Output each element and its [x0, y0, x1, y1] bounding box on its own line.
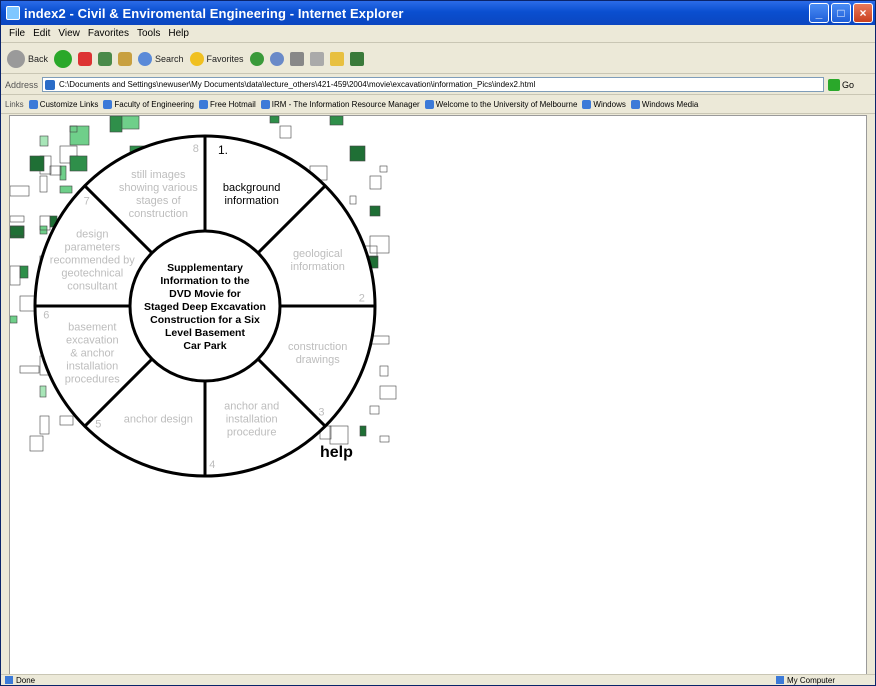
menu-favorites[interactable]: Favorites [88, 28, 129, 39]
vertical-scrollbar[interactable] [867, 115, 873, 675]
search-button[interactable]: Search [138, 51, 184, 66]
go-icon [828, 78, 841, 91]
star-icon [189, 51, 204, 66]
close-button[interactable]: × [853, 3, 873, 23]
link-hotmail[interactable]: Free Hotmail [199, 100, 256, 109]
link-faculty[interactable]: Faculty of Engineering [103, 100, 194, 109]
home-button[interactable] [118, 51, 133, 66]
svg-text:basementexcavation& anchorinst: basement excavation & anchor installation pr… [65, 322, 121, 386]
edit-icon [309, 51, 324, 66]
stop-icon [78, 51, 93, 66]
address-bar: Address C:\Documents and Settings\newuse… [1, 75, 875, 95]
ie-icon [6, 6, 20, 20]
segment-number: 4 [209, 459, 215, 471]
link-customize[interactable]: Customize Links [29, 100, 99, 109]
svg-text:anchor design: anchor design [124, 414, 193, 426]
folder-button[interactable] [329, 51, 344, 66]
back-icon [7, 49, 25, 68]
svg-text:constructiondrawings: construction drawings [288, 341, 347, 366]
back-button[interactable]: Back [7, 49, 48, 68]
folder-icon [329, 51, 344, 66]
minimize-button[interactable]: _ [809, 3, 829, 23]
go-button[interactable]: Go [828, 78, 854, 91]
toolbar: Back Search Favorites [1, 44, 875, 74]
segment-number: 1. [218, 143, 228, 157]
media-button[interactable] [249, 51, 264, 66]
edit-button[interactable] [309, 51, 324, 66]
messenger-button[interactable] [349, 51, 364, 66]
segment-number: 3 [318, 407, 324, 419]
forward-icon [54, 49, 73, 68]
help-link[interactable]: help [320, 444, 353, 462]
status-text: Done [5, 676, 35, 685]
status-zone: My Computer [776, 676, 835, 685]
media-icon [249, 51, 264, 66]
links-label: Links [5, 100, 24, 109]
menu-view[interactable]: View [58, 28, 80, 39]
address-input[interactable]: C:\Documents and Settings\newuser\My Doc… [42, 77, 825, 92]
menu-edit[interactable]: Edit [33, 28, 50, 39]
segment-number: 5 [95, 418, 101, 430]
menu-bar: File Edit View Favorites Tools Help [1, 25, 875, 43]
home-icon [118, 51, 133, 66]
menu-file[interactable]: File [9, 28, 25, 39]
svg-text:anchor andinstallationprocedur: anchor and installation procedure [224, 401, 279, 439]
segment-number: 6 [43, 309, 49, 321]
window-title: index2 - Civil & Enviromental Engineerin… [24, 5, 404, 21]
refresh-button[interactable] [98, 51, 113, 66]
maximize-button[interactable]: □ [831, 3, 851, 23]
link-windows[interactable]: Windows [582, 100, 625, 109]
address-label: Address [5, 79, 39, 90]
search-icon [138, 51, 153, 66]
status-bar: Done My Computer [1, 674, 875, 685]
favorites-button[interactable]: Favorites [189, 51, 244, 66]
title-bar: index2 - Civil & Enviromental Engineerin… [1, 1, 875, 25]
print-icon [289, 51, 304, 66]
forward-button[interactable] [54, 49, 73, 68]
svg-text:geologicalinformation: geological information [291, 248, 345, 273]
segment-number: 2 [359, 293, 365, 305]
refresh-icon [98, 51, 113, 66]
mail-icon [269, 51, 284, 66]
link-irm[interactable]: IRM - The Information Resource Manager [261, 100, 420, 109]
svg-text:backgroundinformation: background information [223, 182, 281, 207]
browser-window: index2 - Civil & Enviromental Engineerin… [0, 0, 876, 686]
stop-button[interactable] [78, 51, 93, 66]
segment-number: 7 [84, 195, 90, 207]
links-bar: Links Customize Links Faculty of Enginee… [1, 96, 875, 114]
page-content: background information 1. geological informa… [9, 115, 867, 675]
link-windows-media[interactable]: Windows Media [631, 100, 698, 109]
link-melbourne[interactable]: Welcome to the University of Melbourne [425, 100, 578, 109]
navigation-wheel: background information 1. geological informa… [10, 116, 397, 478]
menu-help[interactable]: Help [168, 28, 189, 39]
segment-number: 8 [193, 143, 199, 155]
mail-button[interactable] [269, 51, 284, 66]
print-button[interactable] [289, 51, 304, 66]
messenger-icon [349, 51, 364, 66]
menu-tools[interactable]: Tools [137, 28, 160, 39]
